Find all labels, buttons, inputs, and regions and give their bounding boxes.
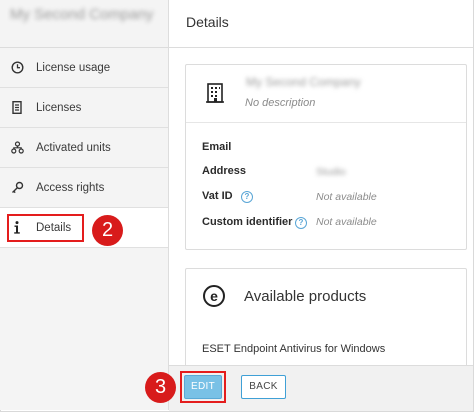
email-label: Email xyxy=(202,141,232,153)
details-highlight-box xyxy=(7,214,84,242)
card-divider xyxy=(186,122,466,123)
address-label: Address xyxy=(202,165,247,177)
clock-icon xyxy=(10,61,24,75)
hierarchy-icon xyxy=(10,141,24,155)
vat-id-value: Not available xyxy=(316,191,377,203)
sidebar-item-licenses[interactable]: Licenses xyxy=(0,88,168,128)
sidebar-item-access-rights[interactable]: Access rights xyxy=(0,168,168,208)
main-header: Details xyxy=(169,0,473,48)
address-value: Studio xyxy=(316,166,346,178)
step-callout-2: 2 xyxy=(92,215,123,246)
sidebar: My Second Company License usage Licenses… xyxy=(0,0,169,410)
custom-identifier-value: Not available xyxy=(316,216,377,228)
sidebar-item-activated-units[interactable]: Activated units xyxy=(0,128,168,168)
sidebar-item-label: Access rights xyxy=(36,181,105,194)
sidebar-item-label: Licenses xyxy=(36,101,82,114)
building-icon xyxy=(206,83,224,103)
step-callout-3: 3 xyxy=(145,372,176,403)
license-list-icon xyxy=(10,101,24,115)
sidebar-item-label: Activated units xyxy=(36,141,111,154)
vat-id-label: Vat ID xyxy=(202,190,233,202)
sidebar-company-name: My Second Company xyxy=(10,6,154,23)
page-title: Details xyxy=(186,14,229,30)
edit-highlight-box xyxy=(180,371,226,403)
sidebar-item-label: License usage xyxy=(36,61,111,74)
product-item: ESET Endpoint Antivirus for Windows xyxy=(202,343,386,355)
key-icon xyxy=(10,181,24,195)
vat-help-icon[interactable]: ? xyxy=(241,191,253,203)
available-products-card: e Available products ESET Endpoint Antiv… xyxy=(185,268,467,378)
back-button[interactable]: BACK xyxy=(241,375,286,399)
company-description: No description xyxy=(245,97,316,109)
custom-identifier-label: Custom identifier xyxy=(202,216,293,228)
custom-identifier-help-icon[interactable]: ? xyxy=(295,217,307,229)
card-company-name: My Second Company xyxy=(246,75,361,89)
company-details-card: My Second Company No description Email A… xyxy=(185,64,467,250)
sidebar-item-license-usage[interactable]: License usage xyxy=(0,48,168,88)
eset-logo-icon: e xyxy=(203,285,225,307)
available-products-title: Available products xyxy=(244,288,367,305)
